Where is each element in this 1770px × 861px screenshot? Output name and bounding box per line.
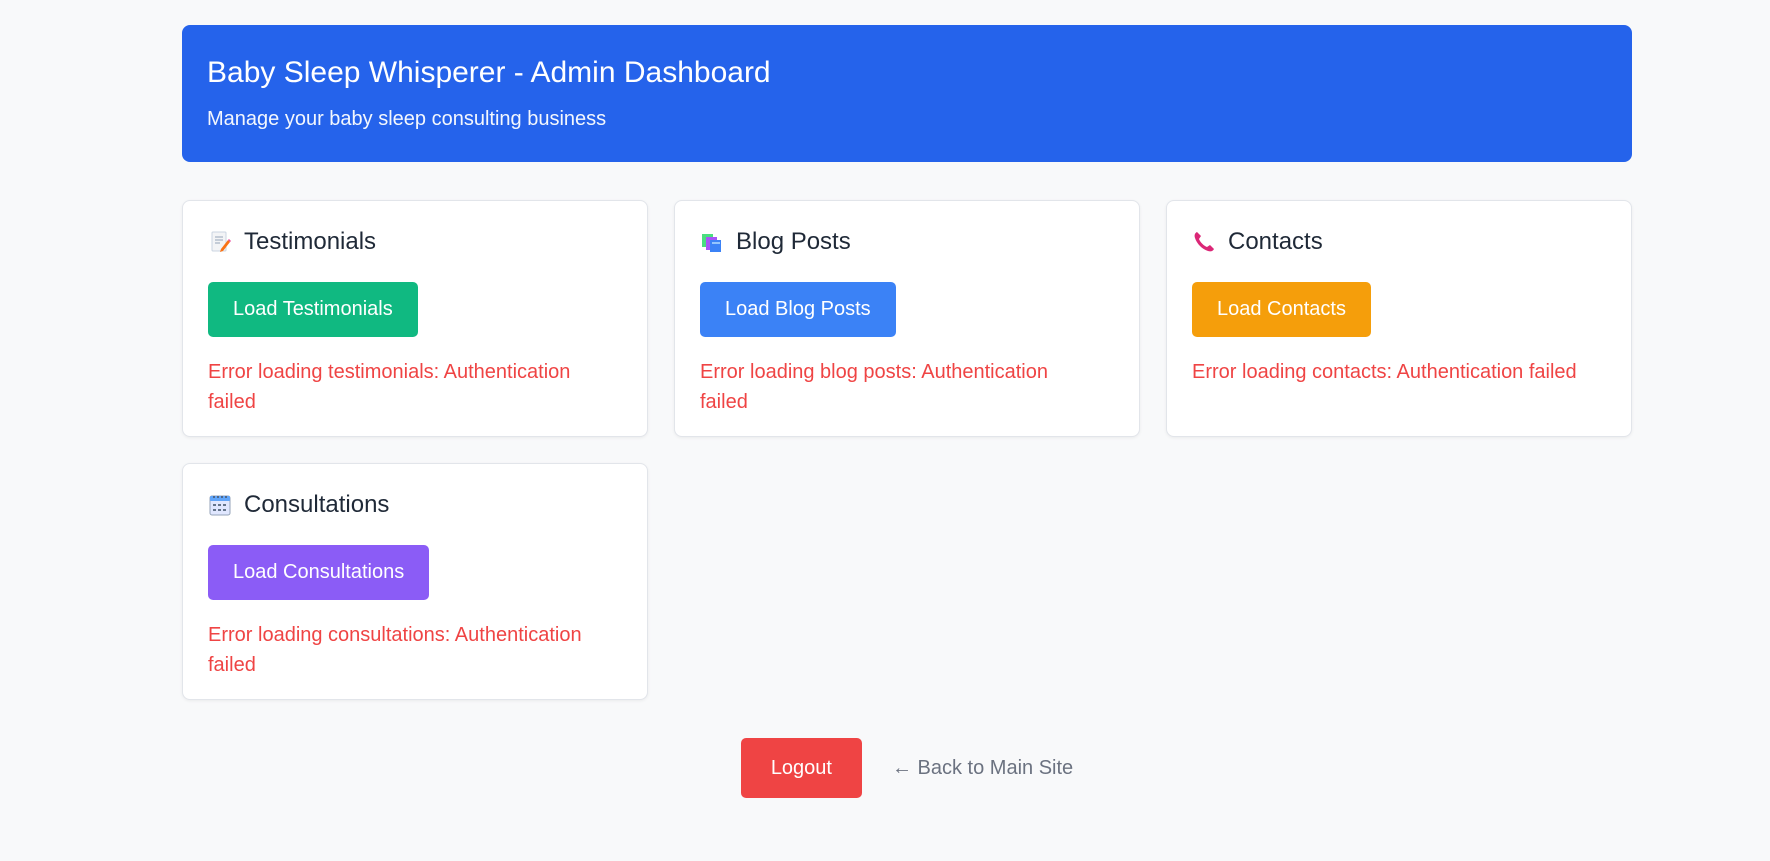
contacts-card: Contacts Load Contacts Error loading con… bbox=[1166, 200, 1632, 437]
error-message: Error loading consultations: Authenticat… bbox=[208, 624, 582, 676]
load-blog-posts-button[interactable]: Load Blog Posts bbox=[700, 282, 896, 337]
calendar-icon bbox=[208, 493, 232, 517]
back-to-main-site-link[interactable]: ← Back to Main Site bbox=[892, 757, 1073, 780]
consultations-card: Consultations Load Consultations Error l… bbox=[182, 463, 648, 700]
cards-grid: Testimonials Load Testimonials Error loa… bbox=[182, 200, 1632, 700]
footer-actions: Logout ← Back to Main Site bbox=[182, 738, 1632, 798]
card-title: Consultations bbox=[244, 491, 390, 518]
card-title: Contacts bbox=[1228, 228, 1323, 255]
logout-button[interactable]: Logout bbox=[740, 738, 862, 798]
dashboard-header: Baby Sleep Whisperer - Admin Dashboard M… bbox=[182, 25, 1632, 162]
card-header: Testimonials bbox=[208, 227, 622, 257]
blog-posts-card: Blog Posts Load Blog Posts Error loading… bbox=[674, 200, 1140, 437]
card-title: Testimonials bbox=[244, 228, 377, 255]
books-icon bbox=[700, 230, 724, 254]
error-message: Error loading contacts: Authentication f… bbox=[1192, 361, 1577, 383]
testimonials-card: Testimonials Load Testimonials Error loa… bbox=[182, 200, 648, 437]
phone-icon bbox=[1192, 230, 1216, 254]
card-header: Contacts bbox=[1192, 227, 1606, 257]
memo-icon bbox=[208, 230, 232, 254]
card-header: Blog Posts bbox=[700, 227, 1114, 257]
dashboard-container: Baby Sleep Whisperer - Admin Dashboard M… bbox=[182, 0, 1632, 798]
card-title: Blog Posts bbox=[736, 228, 851, 255]
error-message: Error loading testimonials: Authenticati… bbox=[208, 361, 571, 413]
page-subtitle: Manage your baby sleep consulting busine… bbox=[207, 108, 607, 130]
load-contacts-button[interactable]: Load Contacts bbox=[1192, 282, 1371, 337]
page-title: Baby Sleep Whisperer - Admin Dashboard bbox=[207, 56, 771, 89]
load-consultations-button[interactable]: Load Consultations bbox=[208, 545, 430, 600]
card-header: Consultations bbox=[208, 490, 622, 520]
error-message: Error loading blog posts: Authentication… bbox=[700, 361, 1048, 413]
load-testimonials-button[interactable]: Load Testimonials bbox=[208, 282, 418, 337]
